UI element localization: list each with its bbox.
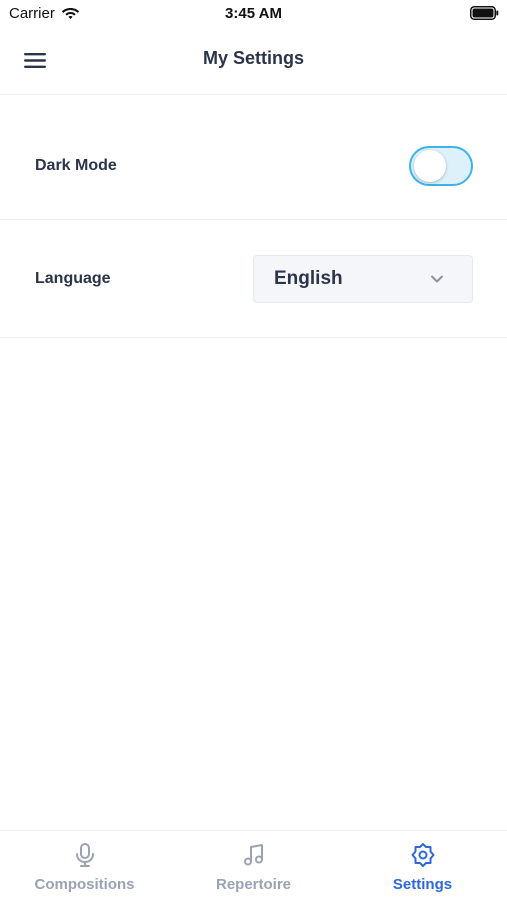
chevron-down-icon xyxy=(431,275,443,283)
tab-repertoire[interactable]: Repertoire xyxy=(169,831,338,900)
dark-mode-toggle[interactable] xyxy=(409,146,473,186)
toggle-knob xyxy=(414,150,446,182)
tab-label: Settings xyxy=(392,876,453,893)
tab-settings[interactable]: Settings xyxy=(338,831,507,900)
settings-screen: Carrier 3:45 AM My Settings Dark Mode La… xyxy=(0,0,507,900)
tab-compositions[interactable]: Compositions xyxy=(0,831,169,900)
music-note-icon xyxy=(244,844,263,866)
language-select[interactable]: English xyxy=(253,255,473,303)
tab-label: Repertoire xyxy=(215,876,292,893)
dark-mode-row: Dark Mode xyxy=(0,96,507,220)
status-bar: Carrier 3:45 AM xyxy=(0,0,507,30)
dark-mode-label: Dark Mode xyxy=(35,157,117,174)
language-row: Language English xyxy=(0,221,507,338)
tab-label: Compositions xyxy=(34,876,135,893)
tab-bar: Compositions Repertoire Settings xyxy=(0,830,507,900)
microphone-icon xyxy=(76,843,94,867)
status-time: 3:45 AM xyxy=(225,5,282,22)
battery-icon xyxy=(470,6,499,20)
gear-icon xyxy=(411,843,435,867)
navigation-header: My Settings xyxy=(0,30,507,95)
language-selected-value: English xyxy=(274,268,343,289)
language-label: Language xyxy=(35,270,111,287)
page-title: My Settings xyxy=(202,48,304,68)
